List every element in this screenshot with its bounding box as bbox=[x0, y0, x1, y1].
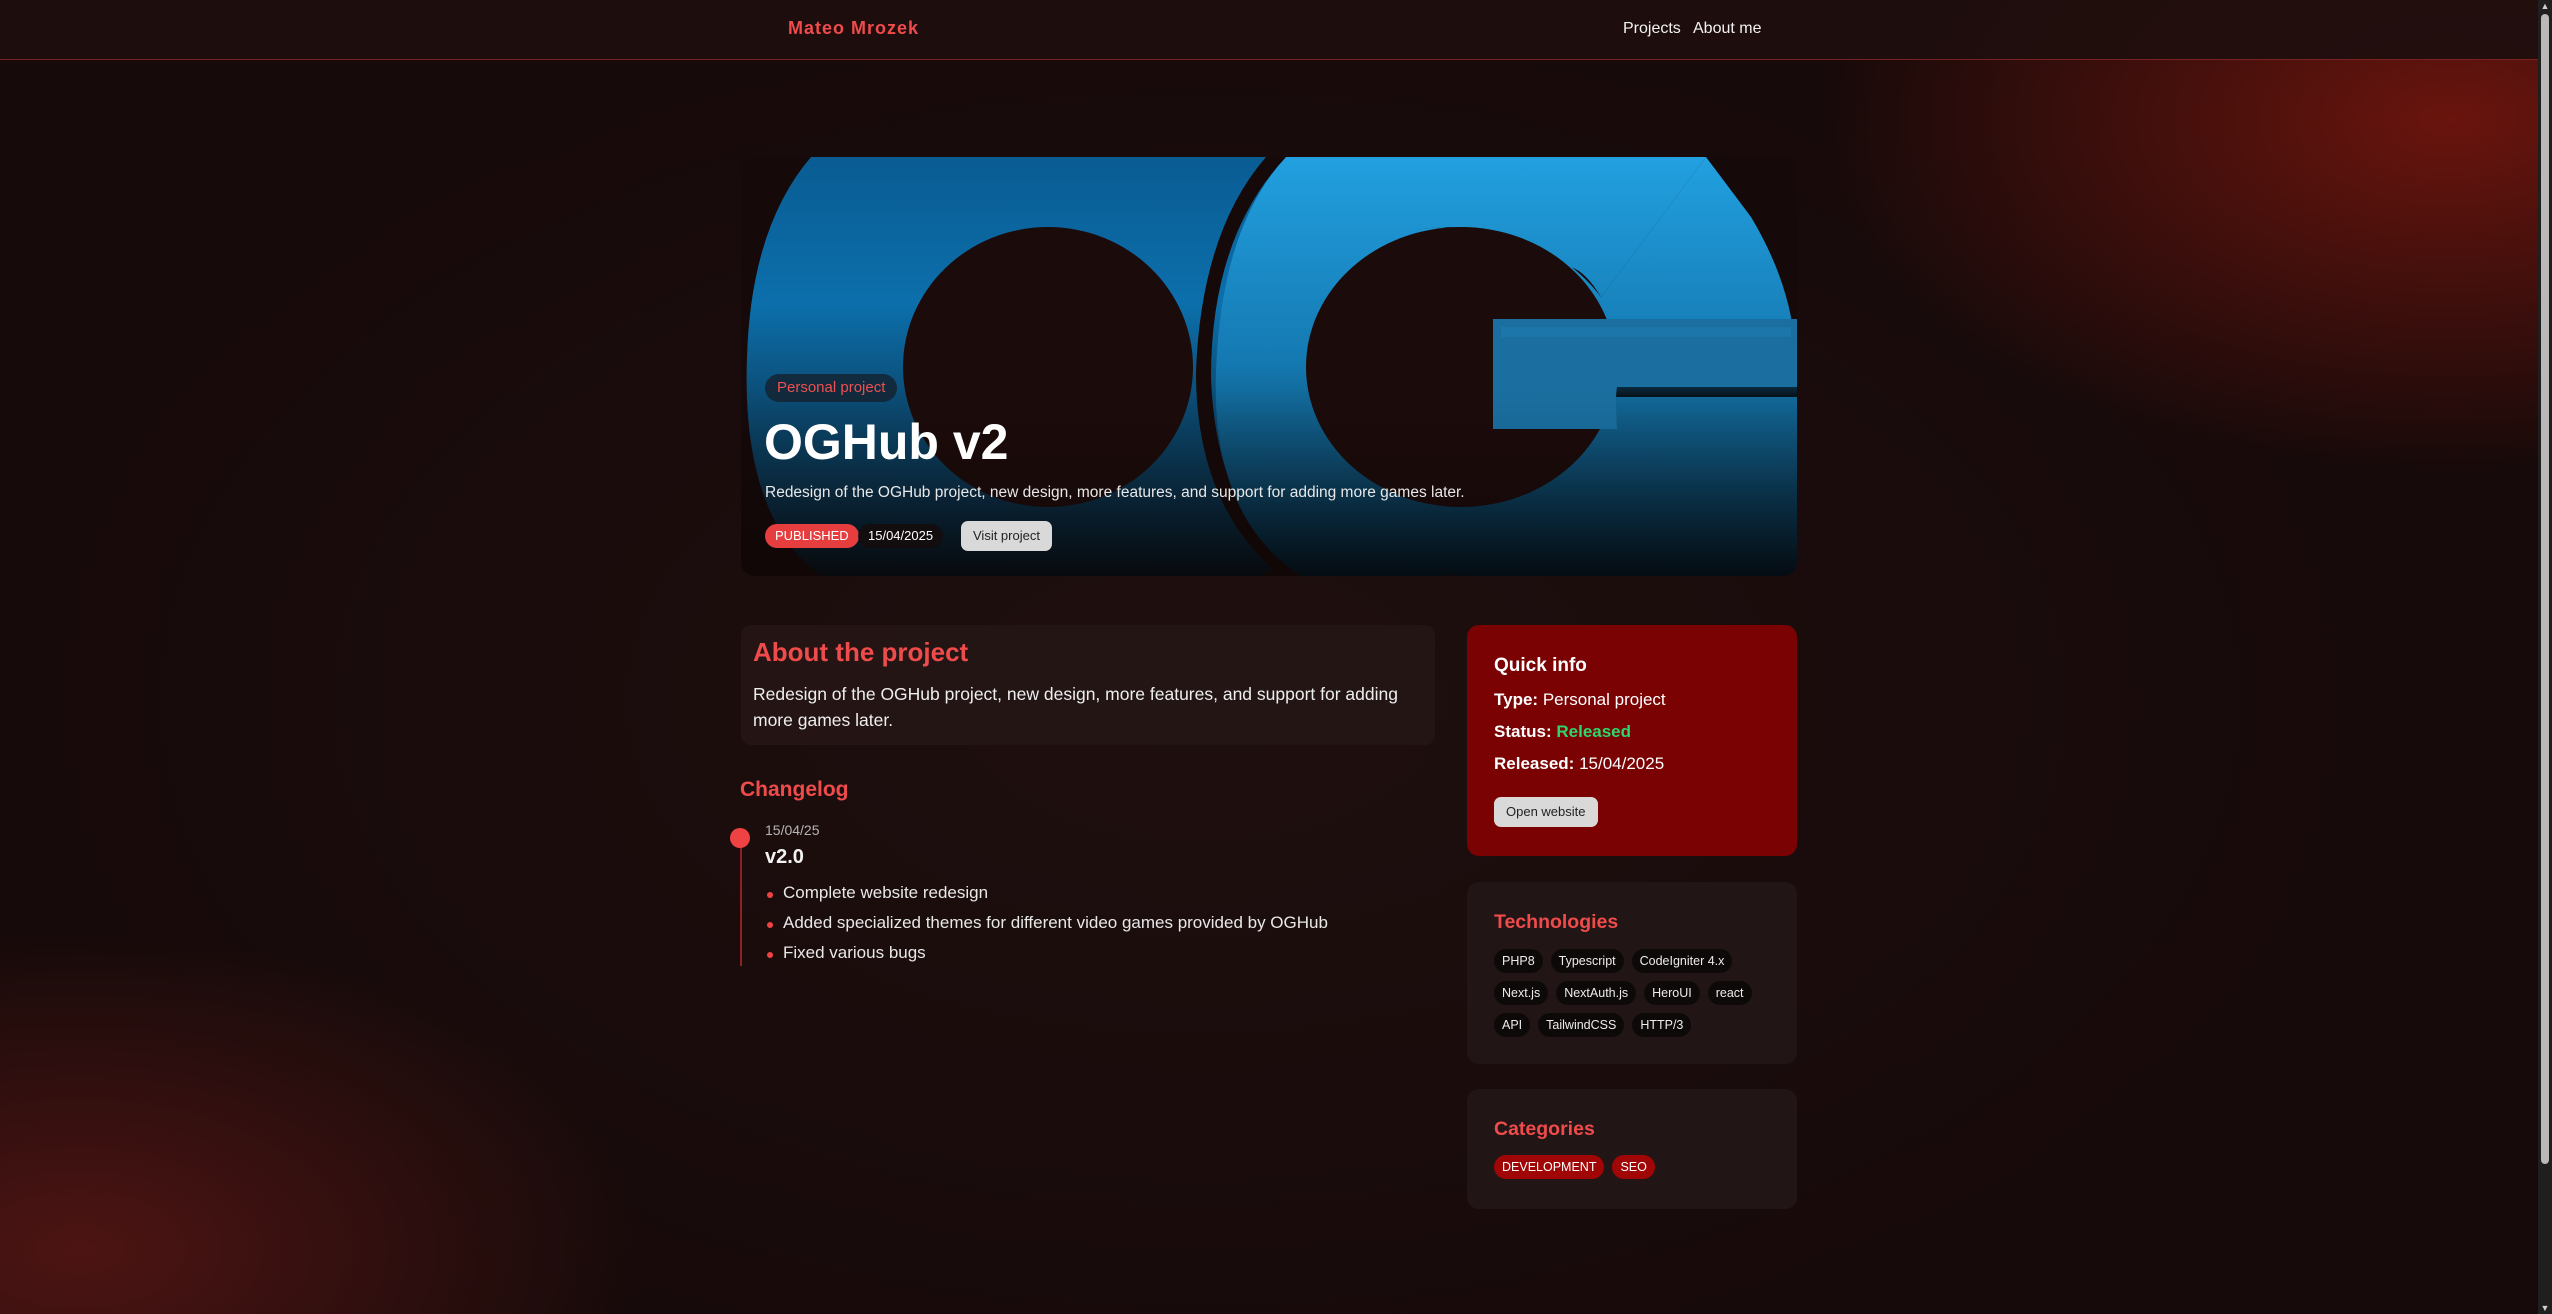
tech-chip: HeroUI bbox=[1644, 981, 1700, 1005]
top-nav: Mateo Mrozek Projects About me bbox=[0, 0, 2538, 60]
released-label: Released: bbox=[1494, 754, 1575, 773]
quick-info-card: Quick info Type: Personal project Status… bbox=[1467, 625, 1797, 856]
technologies-heading: Technologies bbox=[1494, 911, 1619, 933]
quick-info-status-row: Status: Released bbox=[1494, 722, 1631, 742]
project-hero: Personal project OGHub v2 Redesign of th… bbox=[741, 157, 1797, 576]
changelog-items: Complete website redesign Added speciali… bbox=[766, 882, 1328, 972]
quick-info-type-row: Type: Personal project bbox=[1494, 690, 1666, 710]
released-value: 15/04/2025 bbox=[1579, 754, 1665, 773]
changelog-heading: Changelog bbox=[740, 778, 849, 801]
scrollbar-thumb[interactable] bbox=[2541, 14, 2549, 1164]
project-short-description: Redesign of the OGHub project, new desig… bbox=[765, 484, 1465, 501]
tech-chip: API bbox=[1494, 1013, 1531, 1037]
tech-chip: react bbox=[1707, 981, 1752, 1005]
changelog-timeline-line bbox=[740, 836, 742, 966]
technologies-chip-list: PHP8 Typescript CodeIgniter 4.x Next.js … bbox=[1494, 949, 1784, 1037]
category-chip[interactable]: DEVELOPMENT bbox=[1494, 1155, 1605, 1179]
date-badge: 15/04/2025 bbox=[858, 524, 944, 548]
tech-chip: NextAuth.js bbox=[1556, 981, 1637, 1005]
nav-link-about-me[interactable]: About me bbox=[1693, 20, 1761, 38]
about-text: Redesign of the OGHub project, new desig… bbox=[753, 684, 1398, 730]
quick-info-heading: Quick info bbox=[1494, 655, 1587, 676]
status-value: Released bbox=[1556, 722, 1632, 741]
scroll-up-arrow-icon[interactable]: ▲ bbox=[2540, 1, 2550, 11]
hero-shade-overlay bbox=[741, 157, 1797, 576]
tech-chip: CodeIgniter 4.x bbox=[1631, 949, 1733, 973]
project-title: OGHub v2 bbox=[764, 414, 1009, 470]
tech-chip: Typescript bbox=[1550, 949, 1624, 973]
tech-chip: HTTP/3 bbox=[1632, 1013, 1692, 1037]
scroll-down-arrow-icon[interactable]: ▼ bbox=[2540, 1303, 2550, 1313]
tech-chip: Next.js bbox=[1494, 981, 1549, 1005]
technologies-card: Technologies PHP8 Typescript CodeIgniter… bbox=[1467, 882, 1797, 1064]
timeline-dot-icon bbox=[730, 828, 750, 848]
about-heading: About the project bbox=[753, 637, 969, 667]
status-badge: PUBLISHED bbox=[765, 524, 859, 548]
page-scrollbar[interactable]: ▲ ▼ bbox=[2538, 0, 2552, 1314]
tech-chip: PHP8 bbox=[1494, 949, 1543, 973]
type-value: Personal project bbox=[1542, 690, 1666, 709]
type-label: Type: bbox=[1494, 690, 1539, 709]
brand-logo-text[interactable]: Mateo Mrozek bbox=[788, 18, 919, 39]
nav-link-projects[interactable]: Projects bbox=[1623, 20, 1681, 38]
project-type-badge: Personal project bbox=[765, 374, 898, 402]
categories-card: Categories DEVELOPMENT SEO bbox=[1467, 1089, 1797, 1209]
list-item: Complete website redesign bbox=[766, 882, 1328, 912]
categories-heading: Categories bbox=[1494, 1118, 1595, 1140]
status-label: Status: bbox=[1494, 722, 1552, 741]
changelog-entry-date: 15/04/25 bbox=[765, 822, 820, 838]
tech-chip: TailwindCSS bbox=[1538, 1013, 1625, 1037]
visit-project-button[interactable]: Visit project bbox=[961, 521, 1052, 551]
open-website-button[interactable]: Open website bbox=[1494, 797, 1598, 827]
list-item: Added specialized themes for different v… bbox=[766, 912, 1328, 942]
list-item: Fixed various bugs bbox=[766, 942, 1328, 972]
about-project-card: About the project Redesign of the OGHub … bbox=[741, 625, 1435, 745]
changelog-entry-version: v2.0 bbox=[765, 846, 804, 868]
categories-chip-list: DEVELOPMENT SEO bbox=[1494, 1155, 1784, 1179]
quick-info-released-row: Released: 15/04/2025 bbox=[1494, 754, 1664, 774]
category-chip[interactable]: SEO bbox=[1612, 1155, 1655, 1179]
